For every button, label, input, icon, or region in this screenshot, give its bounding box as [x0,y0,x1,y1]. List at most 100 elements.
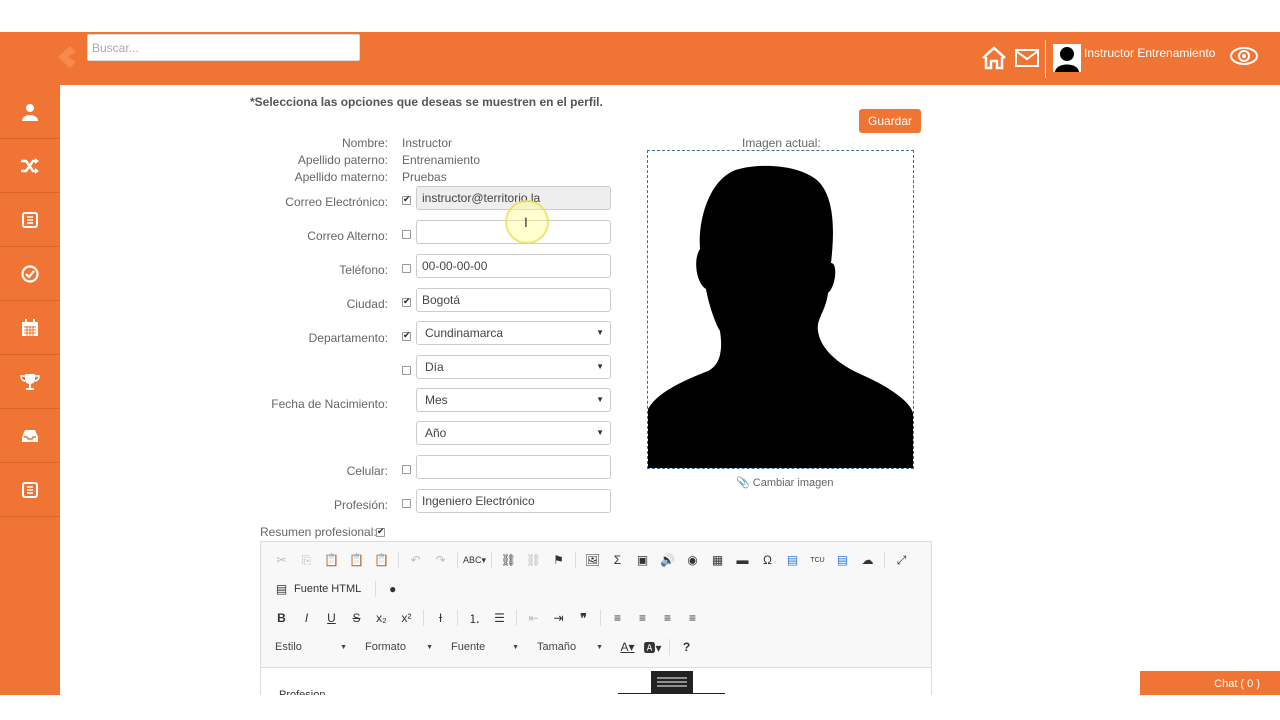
size-combo-label: Tamaño [537,641,577,653]
departamento-select[interactable]: Cundinamarca ▼ [416,321,611,345]
sigma-icon[interactable]: Σ [605,549,630,571]
underline-icon[interactable]: U [319,607,344,629]
spellcheck-icon[interactable]: ABC▾ [462,549,487,571]
strikethrough-icon[interactable]: S [344,607,369,629]
cut-icon[interactable]: ✂ [269,549,294,571]
correo-checkbox[interactable] [402,194,411,205]
undo-icon[interactable]: ↶ [403,549,428,571]
mes-select[interactable]: Mes ▼ [416,388,611,412]
document-icon[interactable]: ▤ [780,549,805,571]
imagen-actual-label: Imagen actual: [742,136,821,150]
source-icon[interactable]: ▤ [269,578,294,600]
toolbar-separator [457,610,458,626]
home-icon[interactable] [981,45,1007,71]
superscript-icon[interactable]: x² [394,607,419,629]
paste-text-icon[interactable]: 📋 [344,549,369,571]
paste-icon[interactable]: 📋 [319,549,344,571]
video-icon[interactable]: ▣ [630,549,655,571]
inbox-icon [22,429,38,442]
accessibility-icon[interactable]: ● [380,578,405,600]
blockquote-icon[interactable]: ❞ [571,607,596,629]
dia-select[interactable]: Día ▼ [416,355,611,379]
cloud-icon[interactable]: ☁ [855,549,880,571]
user-name[interactable]: Instructor Entrenamiento [1084,46,1215,60]
sidebar-item-tasks[interactable] [0,247,60,301]
chat-button[interactable]: Chat ( 0 ) [1140,671,1280,695]
text-color-icon[interactable]: A▾ [615,636,640,658]
eye-icon[interactable] [1229,44,1259,71]
paste-word-icon[interactable]: 📋 [369,549,394,571]
fecha-checkbox[interactable] [402,366,411,375]
mes-select-value: Mes [425,393,448,407]
chevron-down-icon: ▼ [596,428,604,437]
dia-select-value: Día [425,360,444,374]
style-combo[interactable]: Estilo ▼ [269,636,353,658]
save-button[interactable]: Guardar [859,109,921,133]
sidebar-item-list-2[interactable] [0,463,60,517]
special-char-icon[interactable]: Ω [755,549,780,571]
background-color-icon[interactable]: 🅰▾ [640,636,665,658]
maximize-icon[interactable]: ⤢ [889,549,914,571]
celular-field[interactable] [416,455,611,479]
horizontal-line-icon[interactable]: ▬ [730,549,755,571]
numbered-list-icon[interactable]: ⒈ [462,607,487,629]
italic-icon[interactable]: I [294,607,319,629]
sidebar-item-inbox[interactable] [0,409,60,463]
chevron-down-icon: ▼ [596,643,603,651]
copy-icon[interactable]: ⎘ [294,549,319,571]
help-icon[interactable]: ? [674,636,699,658]
profesion-checkbox[interactable] [402,499,411,508]
ciudad-checkbox[interactable] [402,296,411,307]
outdent-icon[interactable]: ⇤ [521,607,546,629]
anio-select[interactable]: Año ▼ [416,421,611,445]
editor-body[interactable]: Profesion [261,667,931,701]
image-icon[interactable]: 🖼 [580,549,605,571]
tcu-icon[interactable]: TCU [805,549,830,571]
telefono-field[interactable]: 00-00-00-00 [416,254,611,278]
anchor-flag-icon[interactable]: ⚑ [546,549,571,571]
subscript-icon[interactable]: x₂ [369,607,394,629]
sidebar-item-shuffle[interactable] [0,139,60,193]
align-justify-icon[interactable]: ≡ [680,607,705,629]
user-icon [22,103,38,121]
audio-icon[interactable]: 🔊 [655,549,680,571]
toolbar-separator [884,552,885,568]
link-icon[interactable]: ⛓ [496,549,521,571]
unlink-icon[interactable]: ⛓ [521,549,546,571]
telefono-checkbox[interactable] [402,264,411,273]
flash-icon[interactable]: ◉ [680,549,705,571]
mail-icon[interactable] [1014,45,1040,71]
size-combo[interactable]: Tamaño ▼ [531,636,609,658]
redo-icon[interactable]: ↷ [428,549,453,571]
format-combo[interactable]: Formato ▼ [359,636,439,658]
sidebar-item-achievements[interactable] [0,355,60,409]
align-right-icon[interactable]: ≡ [655,607,680,629]
celular-label: Celular: [346,464,388,478]
align-center-icon[interactable]: ≡ [630,607,655,629]
sidebar-item-profile[interactable] [0,85,60,139]
cambiar-imagen-link[interactable]: 📎 Cambiar imagen [736,476,833,489]
sidebar-item-calendar[interactable] [0,301,60,355]
search-input[interactable] [87,34,360,61]
departamento-checkbox[interactable] [402,330,411,341]
resumen-checkbox[interactable] [376,526,385,537]
font-combo[interactable]: Fuente ▼ [445,636,525,658]
indent-icon[interactable]: ⇥ [546,607,571,629]
remove-format-icon[interactable]: Ɨ [428,607,453,629]
sidebar-item-list[interactable] [0,193,60,247]
avatar[interactable] [1053,44,1081,72]
table-icon[interactable]: ▦ [705,549,730,571]
profesion-field[interactable]: Ingeniero Electrónico [416,489,611,513]
source-html-button[interactable]: Fuente HTML [294,583,361,595]
drag-handle[interactable] [651,671,693,693]
bulleted-list-icon[interactable]: ☰ [487,607,512,629]
profile-photo [647,150,914,469]
ciudad-field[interactable]: Bogotá [416,288,611,312]
celular-checkbox[interactable] [402,465,411,474]
correo-alterno-checkbox[interactable] [402,230,411,239]
document-icon[interactable]: ▤ [830,549,855,571]
toolbar-separator [516,610,517,626]
bold-icon[interactable]: B [269,607,294,629]
toolbar-separator [600,610,601,626]
align-left-icon[interactable]: ≡ [605,607,630,629]
